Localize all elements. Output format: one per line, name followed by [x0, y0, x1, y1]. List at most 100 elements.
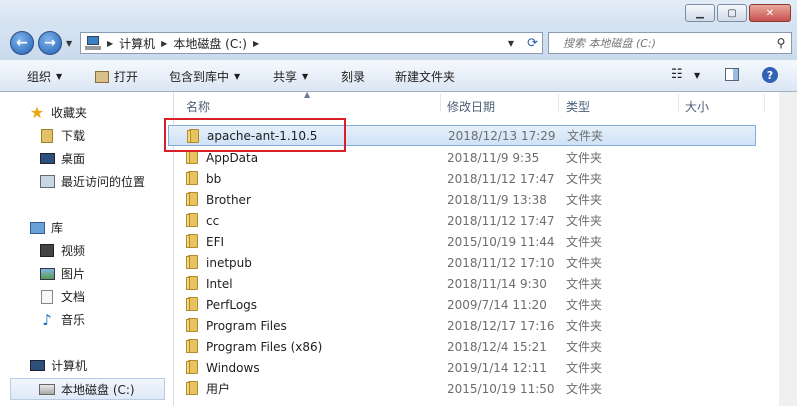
file-name: cc	[206, 213, 220, 228]
file-date: 2018/11/12 17:47	[447, 171, 555, 186]
file-date: 2018/12/17 17:16	[447, 318, 555, 333]
column-header-row: ▲ 名称 修改日期 类型 大小	[174, 90, 797, 115]
file-type: 文件夹	[566, 340, 603, 354]
file-name: Program Files (x86)	[206, 339, 323, 354]
open-label: 打开	[114, 70, 139, 84]
preview-pane-icon[interactable]	[725, 68, 739, 81]
file-date: 2018/11/14 9:30	[447, 276, 547, 291]
music-note-icon: ♪	[42, 310, 52, 329]
chevron-down-icon: ▼	[234, 72, 241, 81]
breadcrumb-local-disk[interactable]: 本地磁盘 (C:)	[173, 35, 247, 52]
computer-icon	[29, 358, 45, 374]
file-row[interactable]: PerfLogs 2009/7/14 11:20 文件夹	[168, 294, 756, 315]
file-date: 2018/11/12 17:47	[447, 213, 555, 228]
file-row[interactable]: inetpub 2018/11/12 17:10 文件夹	[168, 252, 756, 273]
desktop-icon	[39, 151, 55, 167]
folder-icon	[186, 318, 200, 332]
address-history-dropdown[interactable]: ▼	[508, 39, 514, 48]
navigation-pane: ★ 收藏夹 下载 桌面 最近访问的位置 库 视频 图片 文档 ♪ 音乐 计算机 本地…	[0, 92, 173, 406]
nav-label: 音乐	[61, 313, 86, 327]
burn-label: 刻录	[341, 70, 366, 84]
nav-documents[interactable]: 文档	[39, 288, 85, 305]
open-button[interactable]: 打开	[95, 68, 138, 85]
folder-icon	[186, 150, 200, 164]
video-icon	[39, 243, 55, 259]
organize-button[interactable]: 组织 ▼	[27, 68, 62, 85]
nav-label: 收藏夹	[51, 106, 88, 120]
folder-icon	[186, 381, 200, 395]
breadcrumb-computer[interactable]: 计算机	[119, 35, 155, 52]
file-date: 2015/10/19 11:50	[447, 381, 555, 396]
include-in-library-button[interactable]: 包含到库中 ▼	[169, 68, 240, 85]
nav-videos[interactable]: 视频	[39, 242, 85, 259]
nav-label: 最近访问的位置	[61, 175, 146, 189]
file-name: EFI	[206, 234, 225, 249]
share-button[interactable]: 共享 ▼	[273, 68, 308, 85]
chevron-right-icon[interactable]: ▶	[161, 39, 167, 48]
column-separator[interactable]	[764, 94, 765, 112]
file-type: 文件夹	[566, 256, 603, 270]
nav-favorites[interactable]: ★ 收藏夹	[29, 103, 88, 122]
file-row[interactable]: Program Files (x86) 2018/12/4 15:21 文件夹	[168, 336, 756, 357]
nav-downloads[interactable]: 下载	[39, 127, 85, 144]
column-separator[interactable]	[558, 94, 559, 112]
back-button[interactable]: ←	[10, 31, 34, 55]
recent-pages-dropdown[interactable]: ▼	[66, 39, 72, 48]
search-input[interactable]	[561, 35, 771, 51]
column-header-size[interactable]: 大小	[685, 98, 709, 115]
folder-icon	[186, 234, 200, 248]
file-row[interactable]: bb 2018/11/12 17:47 文件夹	[168, 168, 756, 189]
nav-music[interactable]: ♪ 音乐	[39, 310, 86, 329]
close-button[interactable]: ✕	[749, 4, 791, 22]
maximize-button[interactable]: ▢	[717, 4, 747, 22]
file-type: 文件夹	[566, 277, 603, 291]
share-label: 共享	[273, 70, 298, 84]
file-row[interactable]: Intel 2018/11/14 9:30 文件夹	[168, 273, 756, 294]
file-row[interactable]: 用户 2015/10/19 11:50 文件夹	[168, 378, 756, 399]
search-icon[interactable]: ⚲	[771, 36, 791, 50]
minimize-button[interactable]: ▁	[685, 4, 715, 22]
forward-button[interactable]: →	[38, 31, 62, 55]
command-bar: 组织 ▼ 打开 包含到库中 ▼ 共享 ▼ 刻录 新建文件夹 ☷ ▼ ?	[0, 60, 797, 92]
column-header-modified[interactable]: 修改日期	[447, 98, 495, 115]
file-row[interactable]: EFI 2015/10/19 11:44 文件夹	[168, 231, 756, 252]
new-folder-button[interactable]: 新建文件夹	[395, 68, 455, 85]
column-header-name[interactable]: 名称	[186, 98, 210, 115]
nav-computer[interactable]: 计算机	[29, 357, 87, 374]
column-separator[interactable]	[440, 94, 441, 112]
nav-libraries[interactable]: 库	[29, 219, 63, 236]
file-type: 文件夹	[566, 235, 603, 249]
nav-label: 本地磁盘 (C:)	[61, 382, 135, 397]
file-name: Windows	[206, 360, 260, 375]
library-icon	[29, 220, 45, 236]
file-date: 2018/11/12 17:10	[447, 255, 555, 270]
chevron-right-icon[interactable]: ▶	[253, 39, 259, 48]
file-row[interactable]: Windows 2019/1/14 12:11 文件夹	[168, 357, 756, 378]
address-bar[interactable]: ▶ 计算机 ▶ 本地磁盘 (C:) ▶ ▼ ⟳	[80, 32, 543, 54]
view-dropdown-icon[interactable]: ▼	[694, 71, 700, 80]
file-row[interactable]: cc 2018/11/12 17:47 文件夹	[168, 210, 756, 231]
help-button[interactable]: ?	[762, 67, 778, 83]
chevron-right-icon[interactable]: ▶	[107, 39, 113, 48]
column-header-type[interactable]: 类型	[566, 98, 590, 115]
nav-pictures[interactable]: 图片	[39, 265, 85, 282]
title-bar: ▁ ▢ ✕	[0, 0, 797, 28]
view-options-icon[interactable]: ☷	[671, 67, 683, 82]
nav-desktop[interactable]: 桌面	[39, 150, 85, 167]
file-name: Brother	[206, 192, 251, 207]
column-separator[interactable]	[678, 94, 679, 112]
file-date: 2009/7/14 11:20	[447, 297, 547, 312]
breadcrumb-segment: ▶	[253, 39, 265, 48]
file-date: 2018/11/9 13:38	[447, 192, 547, 207]
nav-local-disk-c[interactable]: 本地磁盘 (C:)	[10, 378, 165, 400]
burn-button[interactable]: 刻录	[341, 68, 365, 85]
file-row[interactable]: Program Files 2018/12/17 17:16 文件夹	[168, 315, 756, 336]
file-row[interactable]: Brother 2018/11/9 13:38 文件夹	[168, 189, 756, 210]
file-date: 2018/12/4 15:21	[447, 339, 547, 354]
nav-recent-places[interactable]: 最近访问的位置	[39, 173, 145, 190]
vertical-scrollbar[interactable]	[779, 92, 797, 406]
refresh-icon[interactable]: ⟳	[527, 36, 538, 51]
chevron-down-icon: ▼	[302, 72, 309, 81]
nav-label: 图片	[61, 267, 86, 281]
document-icon	[39, 289, 55, 305]
